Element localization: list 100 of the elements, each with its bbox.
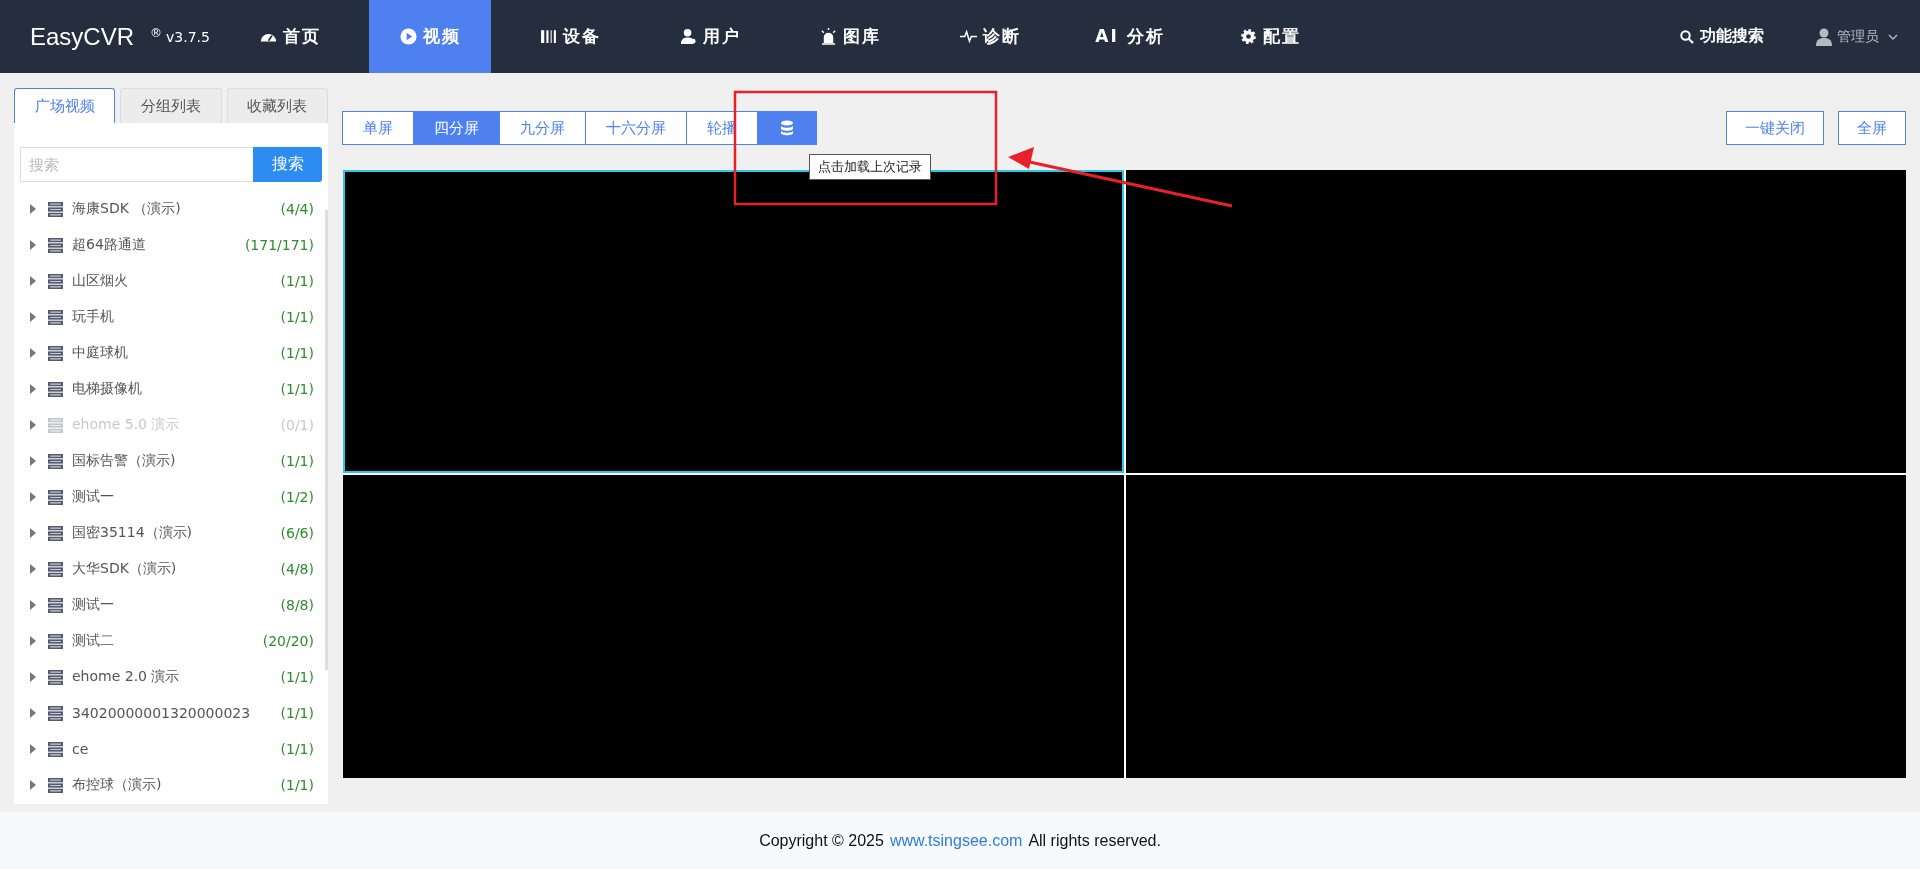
device-name: 布控球（演示) bbox=[72, 776, 163, 794]
channel-count: (1/1) bbox=[280, 777, 314, 793]
channel-count: (8/8) bbox=[280, 597, 314, 613]
server-icon bbox=[48, 633, 63, 649]
server-icon bbox=[48, 489, 63, 505]
device-name: 国密35114（演示) bbox=[72, 524, 193, 542]
device-tree-item[interactable]: 海康SDK （演示) (4/4) bbox=[20, 191, 322, 227]
device-tree-item[interactable]: 测试二 (20/20) bbox=[20, 623, 322, 659]
device-tree-item[interactable]: 超64路通道 (171/171) bbox=[20, 227, 322, 263]
nav-tab[interactable]: 配置 bbox=[1209, 0, 1331, 73]
channel-count: (6/6) bbox=[280, 525, 314, 541]
channel-count: (1/1) bbox=[280, 273, 314, 289]
nav-tab[interactable]: 图库 bbox=[789, 0, 911, 73]
expand-arrow-icon[interactable] bbox=[30, 528, 36, 538]
layout-button[interactable]: 单屏 bbox=[342, 111, 414, 145]
device-tree-item[interactable]: ehome 2.0 演示 (1/1) bbox=[20, 659, 322, 695]
device-tree-item[interactable]: 电梯摄像机 (1/1) bbox=[20, 371, 322, 407]
channel-count: (4/8) bbox=[280, 561, 314, 577]
user-menu[interactable]: 管理员 bbox=[1810, 26, 1904, 47]
server-icon bbox=[48, 417, 63, 433]
search-field[interactable]: 搜索 bbox=[20, 147, 253, 182]
nav-tab[interactable]: 设备 bbox=[509, 0, 631, 73]
server-icon bbox=[48, 669, 63, 685]
nav-tab[interactable]: 诊断 bbox=[929, 0, 1051, 73]
device-name: 中庭球机 bbox=[72, 344, 129, 362]
channel-count: (1/1) bbox=[280, 741, 314, 757]
server-icon bbox=[48, 453, 63, 469]
feature-search-button[interactable]: 功能搜索 bbox=[1674, 25, 1770, 48]
server-icon bbox=[48, 525, 63, 541]
nav-tab[interactable]: 视频 bbox=[369, 0, 491, 73]
device-tree-item[interactable]: 布控球（演示) (1/1) bbox=[20, 767, 322, 803]
server-icon bbox=[48, 273, 63, 289]
channel-count: (1/1) bbox=[280, 345, 314, 361]
server-icon bbox=[48, 237, 63, 253]
expand-arrow-icon[interactable] bbox=[30, 240, 36, 250]
device-tree-item[interactable]: 玩手机 (1/1) bbox=[20, 299, 322, 335]
history-button[interactable] bbox=[757, 111, 817, 145]
device-name: 山区烟火 bbox=[72, 272, 129, 290]
expand-arrow-icon[interactable] bbox=[30, 636, 36, 646]
version-label: v3.7.5 bbox=[166, 28, 210, 45]
server-icon bbox=[48, 597, 63, 613]
server-icon bbox=[48, 309, 63, 325]
expand-arrow-icon[interactable] bbox=[30, 276, 36, 286]
device-name: 测试一 bbox=[72, 488, 115, 506]
device-name: ehome 2.0 演示 bbox=[72, 668, 181, 686]
expand-arrow-icon[interactable] bbox=[30, 780, 36, 790]
device-tree-item[interactable]: 测试一 (1/2) bbox=[20, 479, 322, 515]
device-tree-item[interactable]: 国标告警（演示) (1/1) bbox=[20, 443, 322, 479]
settings-icon bbox=[1239, 28, 1257, 45]
action-button[interactable]: 一键关闭 bbox=[1726, 111, 1824, 145]
expand-arrow-icon[interactable] bbox=[30, 600, 36, 610]
user-icon bbox=[1816, 27, 1832, 46]
nav-tab[interactable]: AI 分析 bbox=[1069, 0, 1191, 73]
channel-count: (1/2) bbox=[280, 489, 314, 505]
layout-button[interactable]: 四分屏 bbox=[413, 111, 500, 145]
expand-arrow-icon[interactable] bbox=[30, 204, 36, 214]
expand-arrow-icon[interactable] bbox=[30, 456, 36, 466]
channel-count: (1/1) bbox=[280, 669, 314, 685]
channel-count: (4/4) bbox=[280, 201, 314, 217]
device-tree-item[interactable]: 国密35114（演示) (6/6) bbox=[20, 515, 322, 551]
tooltip: 点击加载上次记录 bbox=[809, 154, 931, 180]
channel-count: (171/171) bbox=[244, 237, 314, 253]
channel-count: (1/1) bbox=[280, 705, 314, 721]
device-name: 国标告警（演示) bbox=[72, 452, 177, 470]
nav-tab[interactable]: 首页 bbox=[229, 0, 351, 73]
expand-arrow-icon[interactable] bbox=[30, 492, 36, 502]
sidebar-tab[interactable]: 分组列表 bbox=[120, 88, 222, 123]
device-tree-item[interactable]: 山区烟火 (1/1) bbox=[20, 263, 322, 299]
device-tree-item[interactable]: 34020000001320000023 (1/1) bbox=[20, 695, 322, 731]
device-name: 海康SDK （演示) bbox=[72, 200, 182, 218]
expand-arrow-icon[interactable] bbox=[30, 672, 36, 682]
channel-count: (20/20) bbox=[262, 633, 314, 649]
device-tree-item[interactable]: 中庭球机 (1/1) bbox=[20, 335, 322, 371]
layout-button[interactable]: 十六分屏 bbox=[585, 111, 687, 145]
website-link[interactable]: www.tsingsee.com bbox=[889, 831, 1023, 850]
action-button[interactable]: 全屏 bbox=[1838, 111, 1906, 145]
caret-icon bbox=[1888, 33, 1898, 40]
pulse-icon bbox=[959, 28, 977, 45]
expand-arrow-icon[interactable] bbox=[30, 348, 36, 358]
layout-button[interactable]: 九分屏 bbox=[499, 111, 586, 145]
device-name: 测试二 bbox=[72, 632, 115, 650]
device-tree-item[interactable]: 大华SDK（演示) (4/8) bbox=[20, 551, 322, 587]
expand-arrow-icon[interactable] bbox=[30, 384, 36, 394]
device-tree-item[interactable]: 测试一 (8/8) bbox=[20, 587, 322, 623]
device-tree-item[interactable]: ce (1/1) bbox=[20, 731, 322, 767]
channel-count: (1/1) bbox=[280, 381, 314, 397]
device-name: 超64路通道 bbox=[72, 236, 147, 254]
sidebar-tab[interactable]: 广场视频 bbox=[14, 88, 116, 123]
expand-arrow-icon[interactable] bbox=[30, 744, 36, 754]
registered-mark: ® bbox=[150, 25, 163, 40]
expand-arrow-icon[interactable] bbox=[30, 312, 36, 322]
server-icon bbox=[48, 705, 63, 721]
search-icon bbox=[1680, 29, 1694, 44]
sidebar-tab[interactable]: 收藏列表 bbox=[226, 88, 328, 123]
expand-arrow-icon[interactable] bbox=[30, 708, 36, 718]
expand-arrow-icon[interactable] bbox=[30, 564, 36, 574]
server-icon bbox=[48, 561, 63, 577]
nav-tab[interactable]: 用户 bbox=[649, 0, 771, 73]
device-name: 电梯摄像机 bbox=[72, 380, 143, 398]
channel-count: (1/1) bbox=[280, 309, 314, 325]
